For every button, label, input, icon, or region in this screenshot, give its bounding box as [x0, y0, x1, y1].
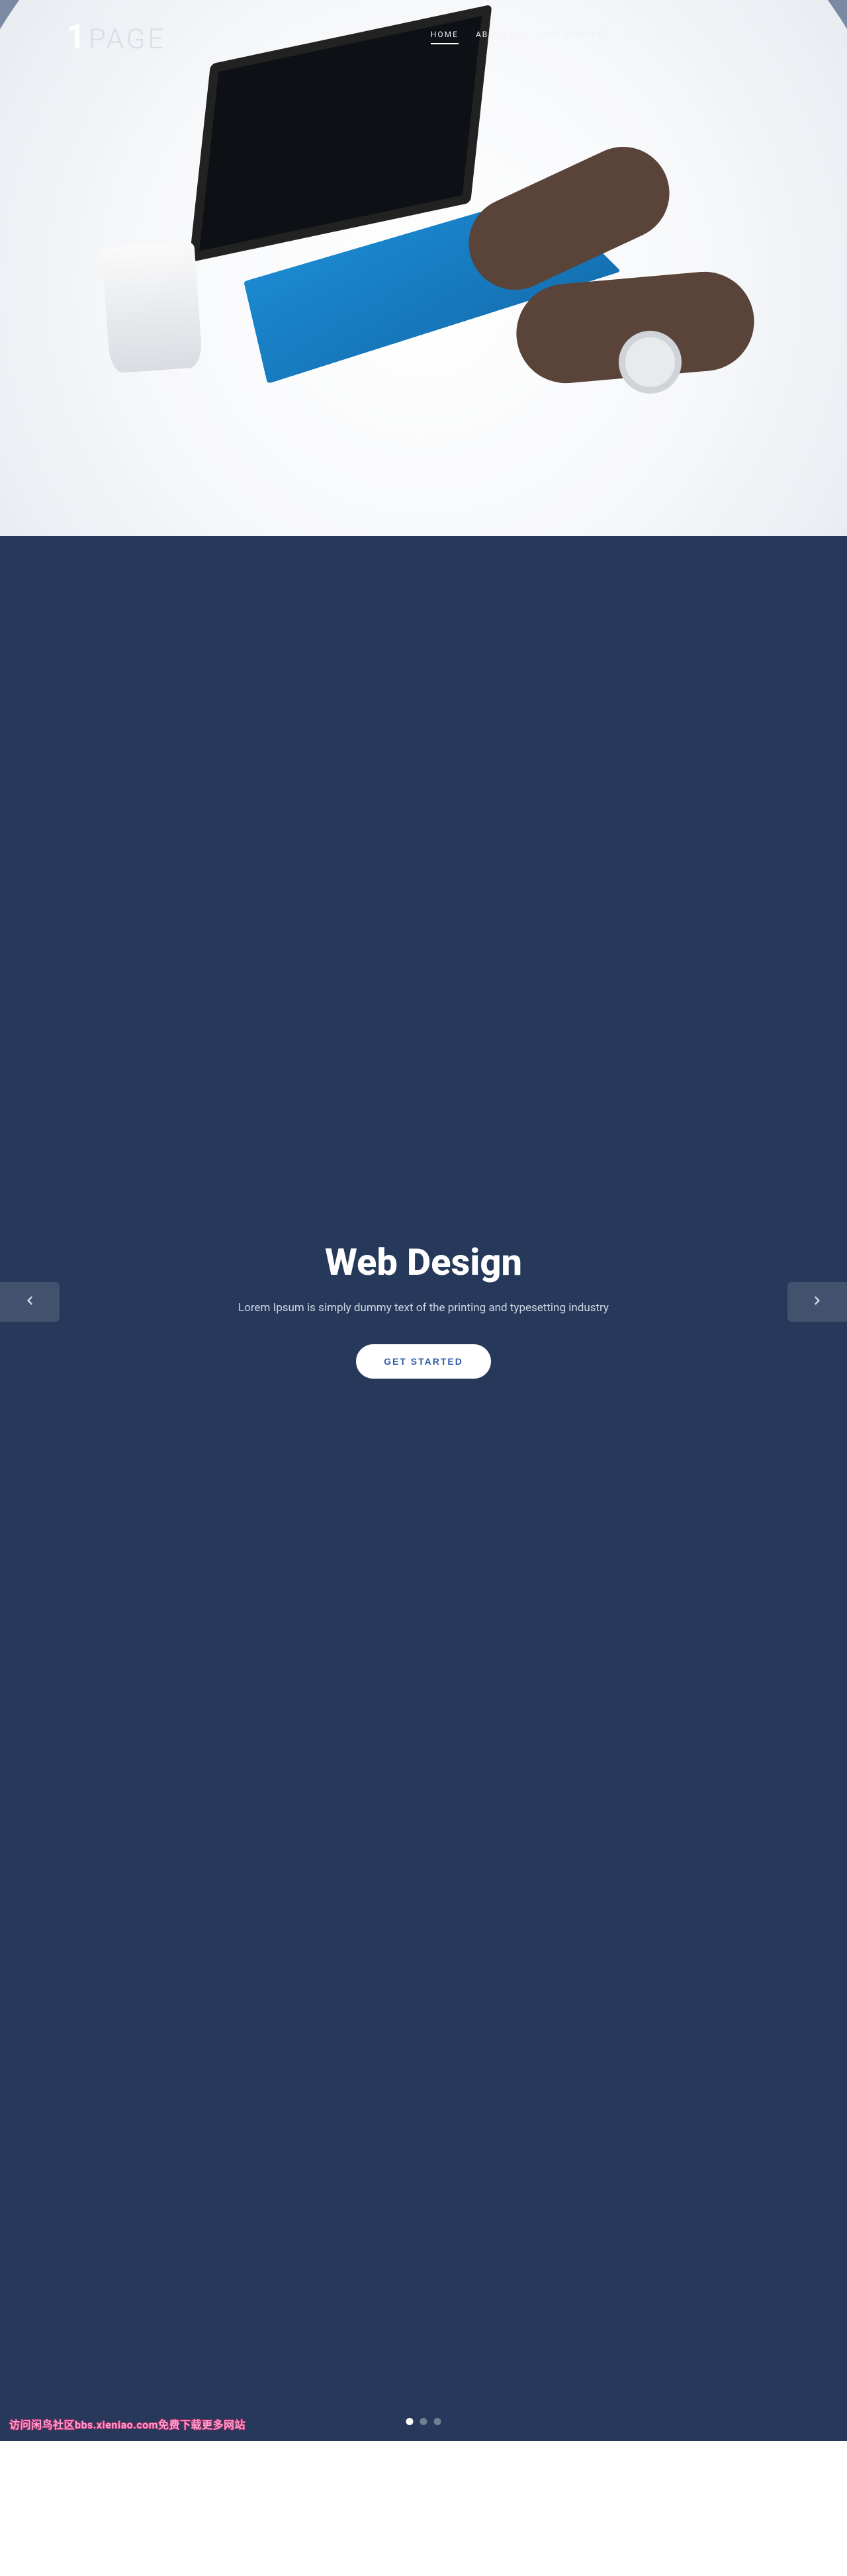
slider-content: Web Design Lorem Ipsum is simply dummy t… [0, 1240, 847, 1379]
nav-item-about[interactable]: ABOUT US [476, 30, 523, 44]
nav-menu: HOME ABOUT US OUR SERVICES OUR PORTFOLIO… [431, 30, 781, 44]
slider-dots [406, 2418, 441, 2425]
logo-word: PAGE [89, 26, 167, 54]
slider-next-button[interactable] [787, 1282, 847, 1322]
top-nav: 1 PAGE HOME ABOUT US OUR SERVICES OUR PO… [0, 0, 847, 54]
slider-dot-1[interactable] [406, 2418, 414, 2425]
slider-prev-button[interactable] [0, 1282, 60, 1322]
hero-section: 1 PAGE HOME ABOUT US OUR SERVICES OUR PO… [0, 0, 847, 536]
watermark-text: 访问闲鸟社区bbs.xieniao.com免费下载更多网站 [9, 2416, 245, 2432]
slider-dot-2[interactable] [420, 2418, 427, 2425]
slider-title: Web Design [325, 1240, 522, 1284]
nav-item-portfolio[interactable]: OUR PORTFOLIO [627, 30, 703, 44]
slider-section: Web Design Lorem Ipsum is simply dummy t… [0, 536, 847, 2441]
chevron-right-icon [811, 1294, 824, 1310]
hero-watch [619, 331, 682, 394]
logo[interactable]: 1 PAGE [66, 20, 166, 54]
slider-dot-3[interactable] [434, 2418, 441, 2425]
logo-mark: 1 [66, 20, 87, 54]
chevron-left-icon [23, 1294, 36, 1310]
hero-cup [102, 241, 203, 373]
nav-item-services[interactable]: OUR SERVICES [541, 30, 609, 44]
get-started-button[interactable]: GET STARTED [356, 1344, 491, 1379]
nav-item-contact[interactable]: CONTACT US [721, 30, 781, 44]
slider-subtitle: Lorem Ipsum is simply dummy text of the … [238, 1299, 609, 1318]
nav-item-home[interactable]: HOME [431, 30, 459, 44]
